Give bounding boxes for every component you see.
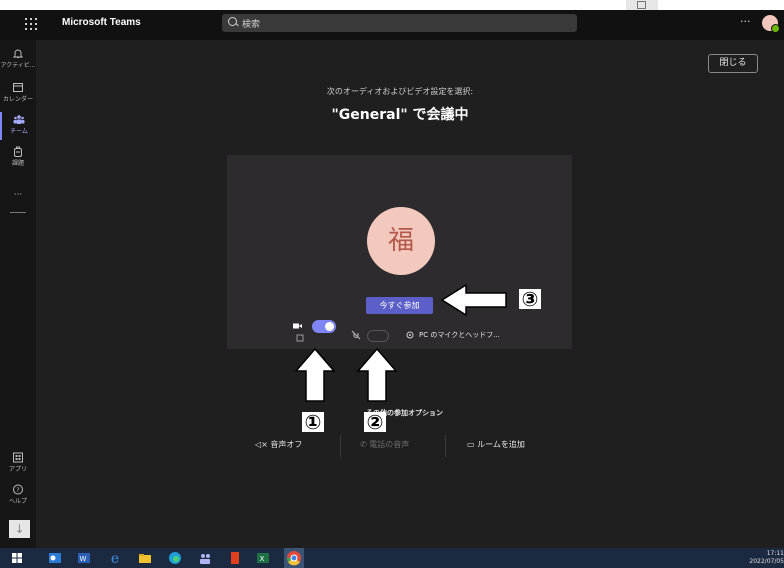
chrome-icon[interactable]: [284, 548, 304, 568]
phone-audio-option[interactable]: ✆ 電話の音声: [360, 439, 409, 450]
phone-audio-label: 電話の音声: [369, 440, 410, 449]
clock-time: 17:11: [766, 550, 784, 557]
gear-icon: [406, 331, 414, 339]
camera-toggle[interactable]: [312, 320, 336, 333]
file-explorer-icon[interactable]: [138, 551, 152, 565]
apps-icon: [13, 452, 23, 463]
word-icon[interactable]: W: [77, 551, 91, 565]
join-now-button[interactable]: 今すぐ参加: [366, 297, 433, 314]
taskbar: W e X: [0, 548, 784, 568]
rail-label: ヘルプ: [8, 498, 27, 505]
annotation-number-2: ②: [364, 412, 386, 432]
clock-date: 2022/07/05: [749, 558, 784, 565]
rail-more-button[interactable]: ···: [0, 190, 36, 200]
rail-label: カレンダー: [2, 96, 33, 103]
left-rail: アクティビ... カレンダー チーム 課題 ··· アプリ ? ヘルプ: [0, 40, 36, 548]
room-icon: ▭: [467, 440, 475, 449]
rail-item-calendar[interactable]: カレンダー: [0, 80, 36, 108]
outlook-icon[interactable]: [48, 551, 62, 565]
settings-prompt: 次のオーディオおよびビデオ設定を選択:: [326, 87, 474, 96]
rail-label: アプリ: [8, 466, 27, 473]
background-effects-icon[interactable]: [296, 334, 332, 342]
office-icon[interactable]: [228, 551, 242, 565]
phone-icon: ✆: [360, 440, 367, 449]
rail-item-assignments[interactable]: 課題: [0, 144, 36, 172]
edge-icon[interactable]: [168, 551, 182, 565]
teams-icon: [13, 115, 25, 124]
join-options-bar: ◁× 音声オフ ✆ 電話の音声 ▭ ルームを追加: [245, 433, 545, 459]
app-title: Microsoft Teams: [62, 17, 141, 28]
annotation-arrow-up-2: [356, 347, 398, 402]
annotation-number-3: ③: [519, 289, 541, 309]
rail-item-help[interactable]: ? ヘルプ: [0, 482, 36, 510]
teams-taskbar-icon[interactable]: [198, 551, 212, 565]
search-placeholder: 検索: [242, 20, 261, 30]
search-icon: [228, 17, 237, 26]
mic-off-icon: [351, 330, 361, 340]
calculator-tab-icon[interactable]: [626, 0, 658, 10]
more-options-button[interactable]: ···: [740, 15, 751, 28]
annotation-number-1: ①: [302, 412, 324, 432]
calendar-icon: [13, 83, 23, 92]
audio-off-option[interactable]: ◁× 音声オフ: [255, 439, 302, 450]
svg-text:W: W: [80, 555, 87, 563]
rail-label: チーム: [10, 128, 28, 135]
svg-text:e: e: [111, 551, 119, 565]
app-launcher-icon[interactable]: [24, 17, 38, 31]
svg-text:?: ?: [16, 487, 19, 494]
search-input[interactable]: 検索: [222, 14, 577, 32]
edge-legacy-icon[interactable]: e: [108, 551, 122, 565]
annotation-arrow-left-3: [440, 283, 507, 317]
rail-item-teams[interactable]: チーム: [0, 112, 36, 140]
help-icon: ?: [13, 484, 23, 495]
windows-start-icon[interactable]: [10, 551, 24, 565]
user-avatar[interactable]: [762, 15, 780, 33]
excel-icon[interactable]: X: [256, 551, 270, 565]
svg-text:X: X: [260, 555, 265, 563]
mic-toggle[interactable]: [367, 330, 389, 342]
rail-label: アクティビ...: [0, 62, 36, 69]
annotation-arrow-up-1: [294, 347, 336, 402]
rail-label: 課題: [11, 160, 24, 167]
add-room-option[interactable]: ▭ ルームを追加: [467, 439, 525, 450]
presence-status-icon: [771, 24, 780, 33]
rail-divider: [10, 212, 26, 213]
taskbar-clock[interactable]: 17:11 2022/07/05: [740, 550, 784, 566]
camera-icon: [293, 323, 302, 329]
meeting-title: "General" で会議中: [331, 107, 469, 123]
audio-device-button[interactable]: PC のマイクとヘッドフ...: [419, 330, 500, 340]
bell-icon: [12, 49, 24, 58]
option-divider: [340, 435, 341, 457]
close-button[interactable]: 閉じる: [708, 54, 758, 73]
option-divider: [445, 435, 446, 457]
rail-item-activity[interactable]: アクティビ...: [0, 46, 36, 74]
audio-off-label: 音声オフ: [270, 440, 303, 449]
speaker-off-icon: ◁×: [255, 440, 268, 449]
download-icon[interactable]: ↓: [9, 520, 30, 538]
rail-item-apps[interactable]: アプリ: [0, 450, 36, 478]
top-strip: [0, 0, 784, 10]
preview-avatar: 福: [367, 207, 435, 275]
backpack-icon: [14, 146, 22, 157]
add-room-label: ルームを追加: [477, 440, 525, 449]
